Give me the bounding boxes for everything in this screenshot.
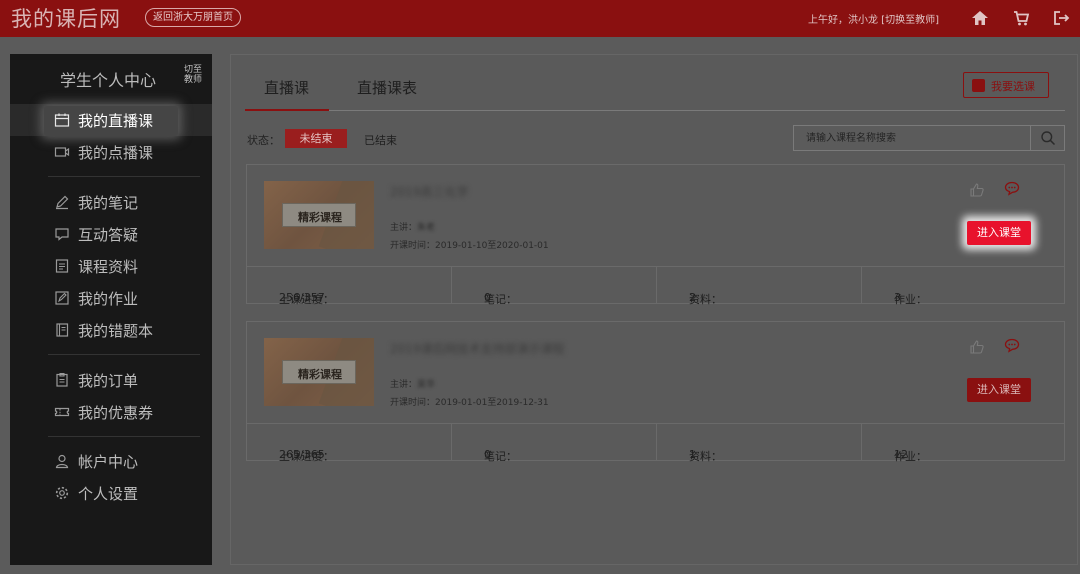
sidebar-item-coupons[interactable]: 我的优惠券 <box>10 396 212 428</box>
thumbnail-text: 精彩课程 <box>298 211 342 224</box>
sidebar: 学生个人中心 切至教师 我的直播课 我的点播课 我的笔记 互动答疑 课程资料 我… <box>10 54 212 565</box>
sidebar-item-account[interactable]: 帐户中心 <box>10 445 212 477</box>
sidebar-item-label: 我的点播课 <box>78 144 154 162</box>
sidebar-item-label: 我的作业 <box>78 290 139 308</box>
tab-live-courses[interactable]: 直播课 <box>264 77 309 98</box>
course-title[interactable]: 2019课后网技术支持部演示课程 <box>390 340 565 357</box>
video-icon <box>54 144 70 160</box>
active-tab-indicator <box>245 109 329 111</box>
sidebar-title: 学生个人中心 <box>60 71 157 90</box>
stat-progress: 上课进度： 265/365 <box>247 424 452 463</box>
stat-homework[interactable]: 作业： 12 <box>862 424 1067 463</box>
sidebar-item-mistakes[interactable]: 我的错题本 <box>10 314 212 346</box>
sidebar-item-live-courses[interactable]: 我的直播课 <box>10 104 212 136</box>
status-filter-ended[interactable]: 已结束 <box>364 132 397 148</box>
search-input[interactable] <box>794 126 1030 150</box>
stat-progress: 上课进度： 256/357 <box>247 267 452 306</box>
user-greeting[interactable]: 上午好，洪小龙 [切换至教师] <box>808 11 939 26</box>
tab-divider <box>245 110 1065 111</box>
sidebar-item-homework[interactable]: 我的作业 <box>10 282 212 314</box>
sidebar-header: 学生个人中心 切至教师 <box>10 54 212 102</box>
sidebar-item-qa[interactable]: 互动答疑 <box>10 218 212 250</box>
course-teacher: 主讲：吴华 <box>390 380 436 390</box>
cart-icon[interactable] <box>1011 8 1031 28</box>
sidebar-item-notes[interactable]: 我的笔记 <box>10 186 212 218</box>
sidebar-item-label: 我的直播课 <box>78 112 154 130</box>
choose-course-button[interactable]: 我要选课 <box>963 72 1049 98</box>
search-icon <box>1041 131 1056 146</box>
course-teacher: 主讲：朱老 <box>390 223 436 233</box>
sidebar-item-label: 我的错题本 <box>78 322 154 340</box>
choose-course-icon <box>972 79 985 92</box>
comment-icon[interactable] <box>1004 337 1020 353</box>
book-icon <box>54 322 70 338</box>
search-button[interactable] <box>1030 126 1064 150</box>
thumbnail-text: 精彩课程 <box>298 368 342 381</box>
sidebar-item-label: 个人设置 <box>78 485 139 503</box>
stat-notes[interactable]: 笔记： 0 <box>452 267 657 306</box>
course-card: 精彩课程 2019课后网技术支持部演示课程 主讲：吴华 开课时间：2019-01… <box>246 321 1067 463</box>
status-label: 状态： <box>247 134 280 147</box>
like-icon[interactable] <box>969 339 985 355</box>
course-stats: 上课进度： 265/365 笔记： 0 资料： 1 作业： 12 <box>247 423 1067 463</box>
back-home-link[interactable]: 返回浙大万朋首页 <box>145 8 241 27</box>
pencil-icon <box>54 194 70 210</box>
stat-materials[interactable]: 资料： 1 <box>657 424 862 463</box>
sidebar-item-label: 互动答疑 <box>78 226 139 244</box>
stat-notes[interactable]: 笔记： 0 <box>452 424 657 463</box>
sidebar-item-label: 我的订单 <box>78 372 139 390</box>
course-time: 开课时间：2019-01-01至2019-12-31 <box>390 398 549 408</box>
stat-homework[interactable]: 作业： 3 <box>862 267 1067 306</box>
logout-icon[interactable] <box>1051 8 1071 28</box>
calendar-icon <box>54 112 70 128</box>
sidebar-item-vod-courses[interactable]: 我的点播课 <box>10 136 212 168</box>
sidebar-item-orders[interactable]: 我的订单 <box>10 364 212 396</box>
home-icon[interactable] <box>970 8 990 28</box>
search-box <box>793 125 1065 151</box>
order-icon <box>54 372 70 388</box>
course-stats: 上课进度： 256/357 笔记： 0 资料： 2 作业： 3 <box>247 266 1067 306</box>
sidebar-divider <box>48 436 200 437</box>
course-card: 精彩课程 2019高三化学 主讲：朱老 开课时间：2019-01-10至2020… <box>246 164 1067 306</box>
course-thumbnail[interactable]: 精彩课程 <box>264 181 374 249</box>
course-thumbnail[interactable]: 精彩课程 <box>264 338 374 406</box>
sidebar-divider <box>48 176 200 177</box>
sidebar-item-label: 我的优惠券 <box>78 404 154 422</box>
course-time: 开课时间：2019-01-10至2020-01-01 <box>390 241 549 251</box>
top-header-bar: 我的课后网 返回浙大万朋首页 上午好，洪小龙 [切换至教师] <box>0 0 1080 37</box>
course-title[interactable]: 2019高三化学 <box>390 183 469 200</box>
tab-live-schedule[interactable]: 直播课表 <box>357 77 417 98</box>
document-icon <box>54 258 70 274</box>
user-icon <box>54 453 70 469</box>
chat-icon <box>54 226 70 242</box>
stat-materials[interactable]: 资料： 2 <box>657 267 862 306</box>
coupon-icon <box>54 404 70 420</box>
sidebar-item-label: 课程资料 <box>78 258 139 276</box>
gear-icon <box>54 485 70 501</box>
sidebar-item-materials[interactable]: 课程资料 <box>10 250 212 282</box>
choose-course-label: 我要选课 <box>991 80 1035 93</box>
like-icon[interactable] <box>969 182 985 198</box>
status-filter-ongoing[interactable]: 未结束 <box>285 129 347 148</box>
sidebar-item-settings[interactable]: 个人设置 <box>10 477 212 509</box>
comment-icon[interactable] <box>1004 180 1020 196</box>
enter-classroom-button[interactable]: 进入课堂 <box>967 378 1031 402</box>
edit-icon <box>54 290 70 306</box>
switch-to-teacher-button[interactable]: 切至教师 <box>181 65 205 85</box>
enter-classroom-button[interactable]: 进入课堂 <box>967 221 1031 245</box>
sidebar-item-label: 帐户中心 <box>78 453 139 471</box>
main-panel: 直播课 直播课表 我要选课 状态： 未结束 已结束 精彩课程 2019高三化学 … <box>230 54 1078 565</box>
sidebar-divider <box>48 354 200 355</box>
site-logo[interactable]: 我的课后网 <box>11 3 121 33</box>
sidebar-item-label: 我的笔记 <box>78 194 139 212</box>
